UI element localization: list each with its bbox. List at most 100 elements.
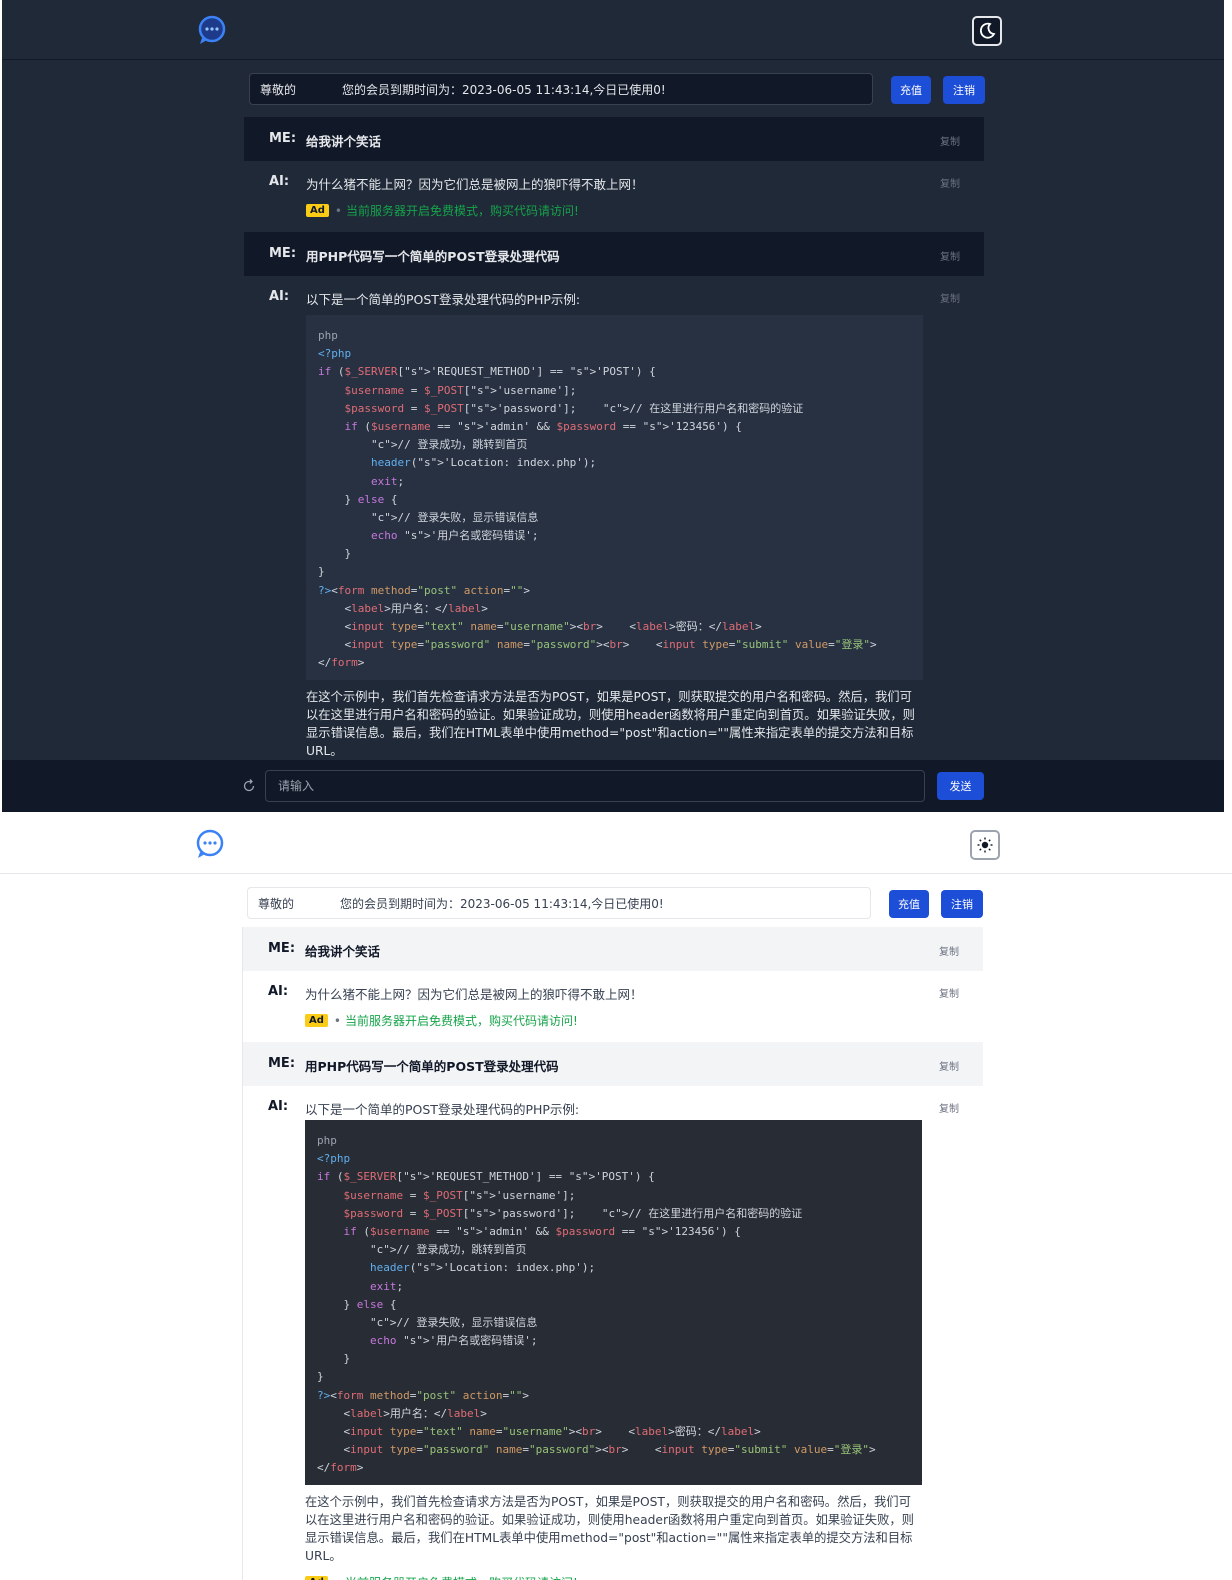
code-line: <input type="password" name="password"><… [317, 1443, 876, 1457]
code-line: </form> [318, 656, 365, 670]
code-line: <label>用户名：</label> [317, 1406, 487, 1420]
message-text: 以下是一个简单的POST登录处理代码的PHP示例: [305, 1102, 580, 1117]
theme-toggle-button[interactable] [970, 830, 1000, 860]
code-line: </form> [317, 1461, 364, 1475]
copy-button[interactable]: 复制 [939, 985, 959, 1000]
refresh-icon[interactable] [242, 779, 256, 793]
role-label-ai: AI: [269, 174, 290, 189]
ad-line[interactable]: Ad • 当前服务器开启免费模式，购买代码请访问! [305, 1012, 923, 1029]
chat-bubble-logo-icon[interactable] [194, 828, 226, 860]
code-line: ?><form method="post" action=""> [317, 1388, 529, 1402]
recharge-button[interactable]: 充值 [889, 890, 929, 918]
code-line: } [318, 547, 352, 561]
code-line: if ($username == "s">'admin' && $passwor… [344, 419, 742, 433]
explanation-text: 在这个示例中，我们首先检查请求方法是否为POST，如果是POST，则获取提交的用… [306, 690, 915, 758]
copy-button[interactable]: 复制 [940, 248, 960, 263]
role-label-ai: AI: [268, 984, 289, 999]
code-line: ?><form method="post" action=""> [318, 583, 530, 597]
sun-icon [977, 837, 993, 853]
message-text: 为什么猪不能上网？因为它们总是被网上的狼吓得不敢上网！ [305, 987, 643, 1002]
ad-bullet: • [333, 1013, 341, 1028]
code-language-label: php [317, 1134, 337, 1147]
copy-button[interactable]: 复制 [939, 943, 959, 958]
chat-thread: ME: 给我讲个笑话 复制 AI: 为什么猪不能上网？因为它们总是被网上的狼吓得… [242, 927, 983, 1580]
code-line: } else { [318, 492, 398, 506]
message-text: 以下是一个简单的POST登录处理代码的PHP示例: [306, 292, 581, 307]
user-message: ME: 用PHP代码写一个简单的POST登录处理代码 复制 [243, 1042, 983, 1086]
moon-icon [979, 22, 996, 39]
code-line: $password = $_POST["s">'password']; "c">… [343, 1206, 803, 1220]
copy-button[interactable]: 复制 [940, 290, 960, 305]
code-block: php <?php if ($_SERVER["s">'REQUEST_METHOD… [305, 1120, 922, 1485]
ad-badge: Ad [305, 1576, 328, 1580]
chat-thread: ME: 给我讲个笑话 复制 AI: 为什么猪不能上网？因为它们总是被网上的狼吓得… [244, 117, 984, 812]
role-label-me: ME: [268, 941, 296, 956]
copy-button[interactable]: 复制 [940, 175, 960, 190]
user-message: ME: 给我讲个笑话 复制 [243, 927, 983, 971]
theme-toggle-button[interactable] [972, 16, 1002, 46]
code-line: "c">// 登录失败，显示错误信息 [370, 510, 539, 524]
ai-message: AI: 以下是一个简单的POST登录处理代码的PHP示例: php <?php if… [244, 276, 984, 812]
code-language-label: php [318, 329, 338, 342]
ad-text[interactable]: 当前服务器开启免费模式，购买代码请访问! [346, 202, 579, 219]
member-greeting: 尊敬的 [258, 896, 295, 911]
member-expiry-text: 您的会员到期时间为：2023-06-05 11:43:14,今日已使用0! [340, 896, 664, 911]
copy-button[interactable]: 复制 [939, 1100, 959, 1115]
code-line: "c">// 登录成功，跳转到首页 [370, 438, 528, 452]
member-status-bar: 尊敬的 您的会员到期时间为：2023-06-05 11:43:14,今日已使用0… [249, 73, 873, 105]
code-line: exit; [369, 1279, 404, 1293]
member-status-bar: 尊敬的 您的会员到期时间为：2023-06-05 11:43:14,今日已使用0… [247, 887, 871, 919]
code-block: php <?php if ($_SERVER["s">'REQUEST_METHOD… [306, 315, 923, 680]
code-line: $username = $_POST["s">'username']; [344, 383, 577, 397]
code-line: <input type="text" name="username"><br> … [317, 1425, 761, 1438]
prompt-input[interactable] [265, 770, 925, 802]
message-text: 为什么猪不能上网？因为它们总是被网上的狼吓得不敢上网！ [306, 177, 644, 192]
logout-button[interactable]: 注销 [941, 890, 983, 918]
copy-button[interactable]: 复制 [940, 133, 960, 148]
ad-badge: Ad [306, 204, 329, 217]
role-label-ai: AI: [268, 1099, 289, 1114]
code-line: } [317, 1370, 324, 1384]
role-label-ai: AI: [269, 289, 290, 304]
ad-line[interactable]: Ad • 当前服务器开启免费模式，购买代码请访问! [306, 202, 924, 219]
code-line: <input type="password" name="password"><… [318, 638, 877, 652]
code-line: $username = $_POST["s">'username']; [343, 1188, 576, 1202]
message-text: 用PHP代码写一个简单的POST登录处理代码 [306, 249, 560, 264]
code-line: <?php [317, 1152, 351, 1166]
code-line: exit; [370, 474, 405, 488]
logout-button[interactable]: 注销 [943, 76, 985, 104]
code-line: } [318, 565, 325, 579]
chat-bubble-logo-icon[interactable] [196, 14, 228, 46]
code-line: header("s">'Location: index.php'); [370, 456, 597, 470]
code-line: if ($_SERVER["s">'REQUEST_METHOD'] == "s… [318, 365, 656, 379]
ad-line[interactable]: Ad • 当前服务器开启免费模式，购买代码请访问! [305, 1574, 923, 1580]
role-label-me: ME: [268, 1056, 296, 1071]
message-text: 用PHP代码写一个简单的POST登录处理代码 [305, 1059, 559, 1074]
ad-text[interactable]: 当前服务器开启免费模式，购买代码请访问! [345, 1574, 578, 1580]
recharge-button[interactable]: 充值 [891, 76, 931, 104]
light-theme-screenshot: 尊敬的 您的会员到期时间为：2023-06-05 11:43:14,今日已使用0… [0, 814, 1232, 1580]
code-line: <?php [318, 347, 352, 361]
code-line: <label>用户名：</label> [318, 601, 488, 615]
code-line: echo "s">'用户名或密码错误'; [370, 529, 539, 543]
send-button[interactable]: 发送 [937, 772, 984, 800]
ad-bullet: • [334, 1576, 341, 1580]
dark-theme-screenshot: 尊敬的 您的会员到期时间为：2023-06-05 11:43:14,今日已使用0… [2, 0, 1224, 812]
copy-button[interactable]: 复制 [939, 1058, 959, 1073]
ad-badge: Ad [305, 1014, 328, 1027]
ai-message: AI: 以下是一个简单的POST登录处理代码的PHP示例: php <?php if… [243, 1086, 983, 1580]
code-line: } else { [317, 1297, 397, 1311]
member-expiry-text: 您的会员到期时间为：2023-06-05 11:43:14,今日已使用0! [342, 82, 666, 97]
explanation-text: 在这个示例中，我们首先检查请求方法是否为POST，如果是POST，则获取提交的用… [305, 1495, 914, 1563]
user-message: ME: 用PHP代码写一个简单的POST登录处理代码 复制 [244, 232, 984, 276]
role-label-me: ME: [269, 131, 297, 146]
top-bar [2, 0, 1224, 60]
code-line: if ($username == "s">'admin' && $passwor… [343, 1224, 741, 1238]
ad-bullet: • [334, 203, 342, 218]
ad-text[interactable]: 当前服务器开启免费模式，购买代码请访问! [345, 1012, 578, 1029]
code-line: echo "s">'用户名或密码错误'; [369, 1334, 538, 1348]
code-line: if ($_SERVER["s">'REQUEST_METHOD'] == "s… [317, 1170, 655, 1184]
composer-bar: 发送 [2, 760, 1224, 812]
code-line: } [317, 1352, 351, 1366]
role-label-me: ME: [269, 246, 297, 261]
